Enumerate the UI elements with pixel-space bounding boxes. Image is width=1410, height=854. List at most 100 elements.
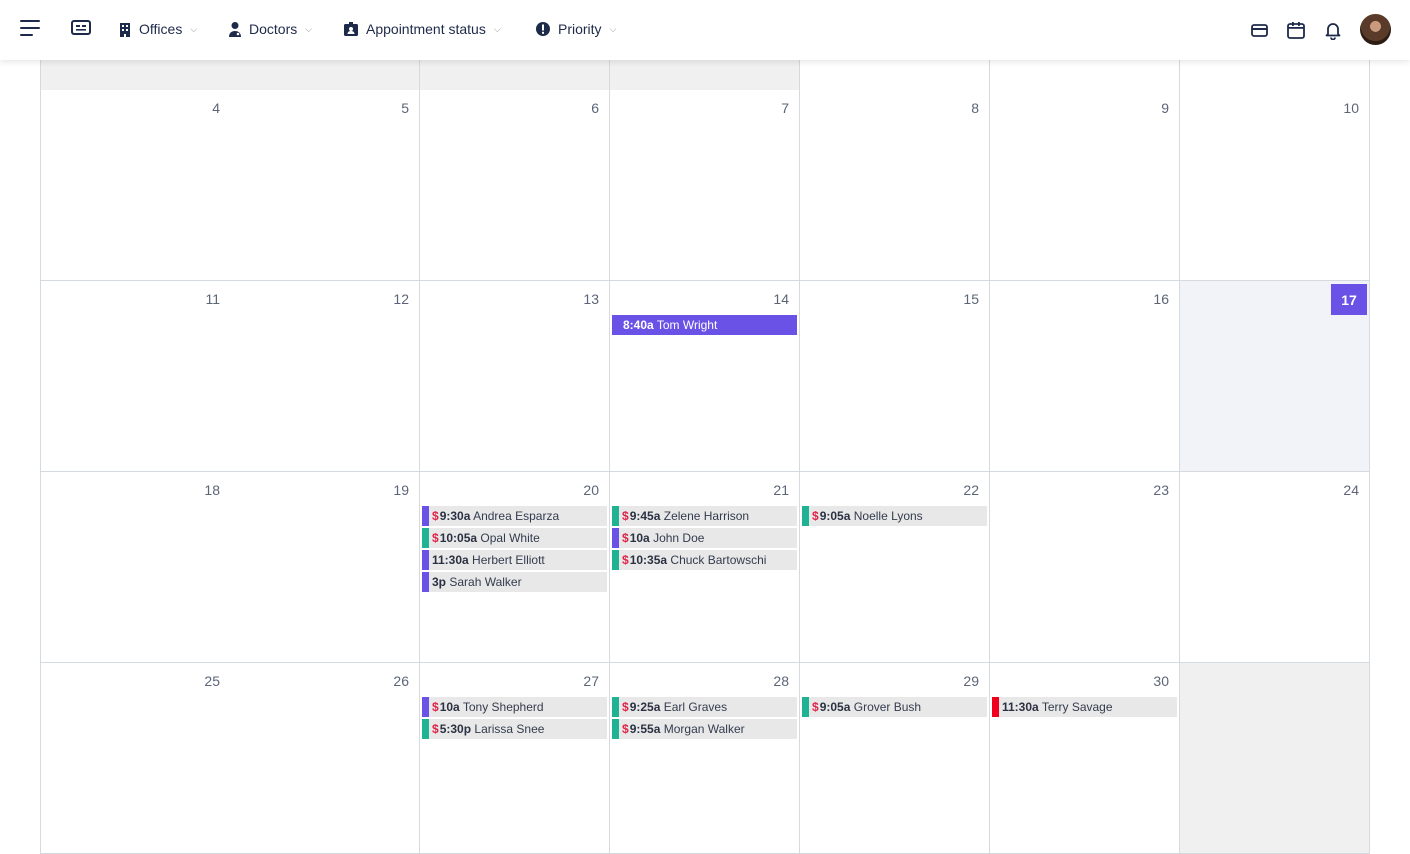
calendar-day-cell[interactable]: 15 [800, 281, 990, 472]
appointment-event[interactable]: $10a Tony Shepherd [422, 697, 607, 717]
day-number[interactable]: 8 [971, 100, 979, 116]
calendar-day-cell[interactable]: 4 [40, 90, 231, 281]
day-number[interactable]: 10 [1343, 100, 1359, 116]
event-patient-name: Herbert Elliott [472, 553, 545, 567]
calendar-day-cell[interactable]: 7 [610, 90, 800, 281]
calendar-day-cell[interactable]: 28 $9:25a Earl Graves $9:55a Morgan Walker [610, 663, 800, 854]
day-number[interactable]: 23 [1153, 482, 1169, 498]
today-date-badge[interactable]: 17 [1331, 284, 1367, 315]
day-number[interactable]: 12 [393, 291, 409, 307]
calendar-day-cell[interactable]: 6 [420, 90, 610, 281]
calendar-day-cell[interactable]: 14 8:40a Tom Wright [610, 281, 800, 472]
appointment-event[interactable]: $9:05a Grover Bush [802, 697, 987, 717]
calendar-day-cell[interactable]: 26 [230, 663, 420, 854]
dollar-icon: $ [432, 700, 439, 714]
nav-doctors-label: Doctors [249, 21, 298, 37]
calendar-day-cell[interactable]: 27 $10a Tony Shepherd $5:30p Larissa Snee [420, 663, 610, 854]
id-card-icon[interactable] [70, 18, 92, 38]
calendar-day-cell[interactable]: 30 11:30a Terry Savage [990, 663, 1180, 854]
nav-offices[interactable]: Offices ⌵ [118, 18, 197, 40]
day-number[interactable]: 4 [212, 100, 220, 116]
calendar-day-cell[interactable]: 20 $9:30a Andrea Esparza $10:05a Opal Whit… [420, 472, 610, 663]
calendar-day-cell[interactable]: 24 [1180, 472, 1370, 663]
day-number[interactable]: 5 [401, 100, 409, 116]
status-color-bar [612, 719, 619, 739]
calendar-day-cell[interactable]: 13 [420, 281, 610, 472]
nav-priority[interactable]: Priority ⌵ [535, 18, 616, 40]
day-number[interactable]: 16 [1153, 291, 1169, 307]
event-patient-name: Morgan Walker [663, 722, 745, 736]
appointment-event[interactable]: $9:25a Earl Graves [612, 697, 797, 717]
appointment-event[interactable]: $9:55a Morgan Walker [612, 719, 797, 739]
calendar-day-cell[interactable]: 12 [230, 281, 420, 472]
day-number[interactable]: 20 [583, 482, 599, 498]
credit-card-icon[interactable] [1250, 20, 1270, 40]
nav-doctors[interactable]: Doctors ⌵ [228, 18, 312, 40]
day-number[interactable]: 11 [205, 291, 220, 307]
dollar-icon: $ [622, 553, 629, 567]
day-number[interactable]: 24 [1343, 482, 1359, 498]
calendar-day-cell[interactable]: 16 [990, 281, 1180, 472]
appointment-event[interactable]: $10:05a Opal White [422, 528, 607, 548]
dollar-icon: $ [432, 509, 439, 523]
appointment-event[interactable]: $10a John Doe [612, 528, 797, 548]
nav-appointment-status[interactable]: Appointment status ⌵ [343, 18, 501, 40]
day-number[interactable]: 18 [204, 482, 220, 498]
calendar-day-cell[interactable] [1180, 663, 1370, 854]
appointment-event[interactable]: $10:35a Chuck Bartowschi [612, 550, 797, 570]
status-color-bar [422, 506, 429, 526]
day-number[interactable]: 25 [204, 673, 220, 689]
day-number[interactable]: 26 [393, 673, 409, 689]
user-avatar[interactable] [1360, 14, 1391, 45]
chevron-down-icon: ⌵ [190, 23, 198, 34]
calendar-month-grid: 4 5 6 7 8 9 10 11 12 13 14 8:40a Tom Wright 15 16 17 18… [40, 0, 1371, 854]
day-number[interactable]: 19 [393, 482, 409, 498]
day-number[interactable]: 29 [963, 673, 979, 689]
event-time: 5:30p [439, 722, 472, 736]
day-number[interactable]: 30 [1153, 673, 1169, 689]
calendar-day-cell[interactable]: 21 $9:45a Zelene Harrison $10a John Doe $10… [610, 472, 800, 663]
appointment-event[interactable]: $5:30p Larissa Snee [422, 719, 607, 739]
status-color-bar [802, 506, 809, 526]
event-patient-name: Sarah Walker [449, 575, 522, 589]
nav-priority-label: Priority [558, 21, 602, 37]
status-color-bar [612, 697, 619, 717]
calendar-day-cell[interactable]: 18 [40, 472, 231, 663]
event-patient-name: Terry Savage [1041, 700, 1113, 714]
appointment-event[interactable]: $9:05a Noelle Lyons [802, 506, 987, 526]
day-number[interactable]: 6 [591, 100, 599, 116]
calendar-day-cell[interactable]: 22 $9:05a Noelle Lyons [800, 472, 990, 663]
calendar-day-cell[interactable]: 8 [800, 90, 990, 281]
day-number[interactable]: 15 [963, 291, 979, 307]
calendar-day-cell[interactable]: 19 [230, 472, 420, 663]
calendar-day-cell[interactable]: 25 [40, 663, 231, 854]
calendar-day-cell[interactable]: 11 [40, 281, 231, 472]
hamburger-menu-icon[interactable] [20, 20, 40, 36]
calendar-day-cell[interactable]: 23 [990, 472, 1180, 663]
status-color-bar [422, 572, 429, 592]
day-number[interactable]: 28 [773, 673, 789, 689]
day-number[interactable]: 22 [963, 482, 979, 498]
calendar-day-cell[interactable]: 9 [990, 90, 1180, 281]
day-number[interactable]: 21 [773, 482, 789, 498]
calendar-day-cell[interactable]: 17 [1180, 281, 1370, 472]
calendar-day-cell[interactable]: 29 $9:05a Grover Bush [800, 663, 990, 854]
appointment-event[interactable]: 8:40a Tom Wright [612, 315, 797, 335]
calendar-day-cell[interactable]: 10 [1180, 90, 1370, 281]
day-number[interactable]: 7 [781, 100, 789, 116]
top-navbar: Offices ⌵ Doctors ⌵ Appointment status ⌵… [0, 0, 1410, 60]
day-number[interactable]: 13 [583, 291, 599, 307]
day-number[interactable]: 27 [583, 673, 599, 689]
day-number[interactable]: 9 [1161, 100, 1169, 116]
appointment-event[interactable]: $9:30a Andrea Esparza [422, 506, 607, 526]
appointment-event[interactable]: $9:45a Zelene Harrison [612, 506, 797, 526]
appointment-event[interactable]: 3p Sarah Walker [422, 572, 607, 592]
event-patient-name: Tony Shepherd [462, 700, 544, 714]
calendar-day-cell[interactable]: 5 [230, 90, 420, 281]
appointment-event[interactable]: 11:30a Herbert Elliott [422, 550, 607, 570]
calendar-icon[interactable] [1286, 20, 1306, 40]
appointment-event[interactable]: 11:30a Terry Savage [992, 697, 1177, 717]
event-time: 3p [432, 575, 447, 589]
day-number[interactable]: 14 [773, 291, 789, 307]
bell-icon[interactable] [1323, 20, 1343, 41]
